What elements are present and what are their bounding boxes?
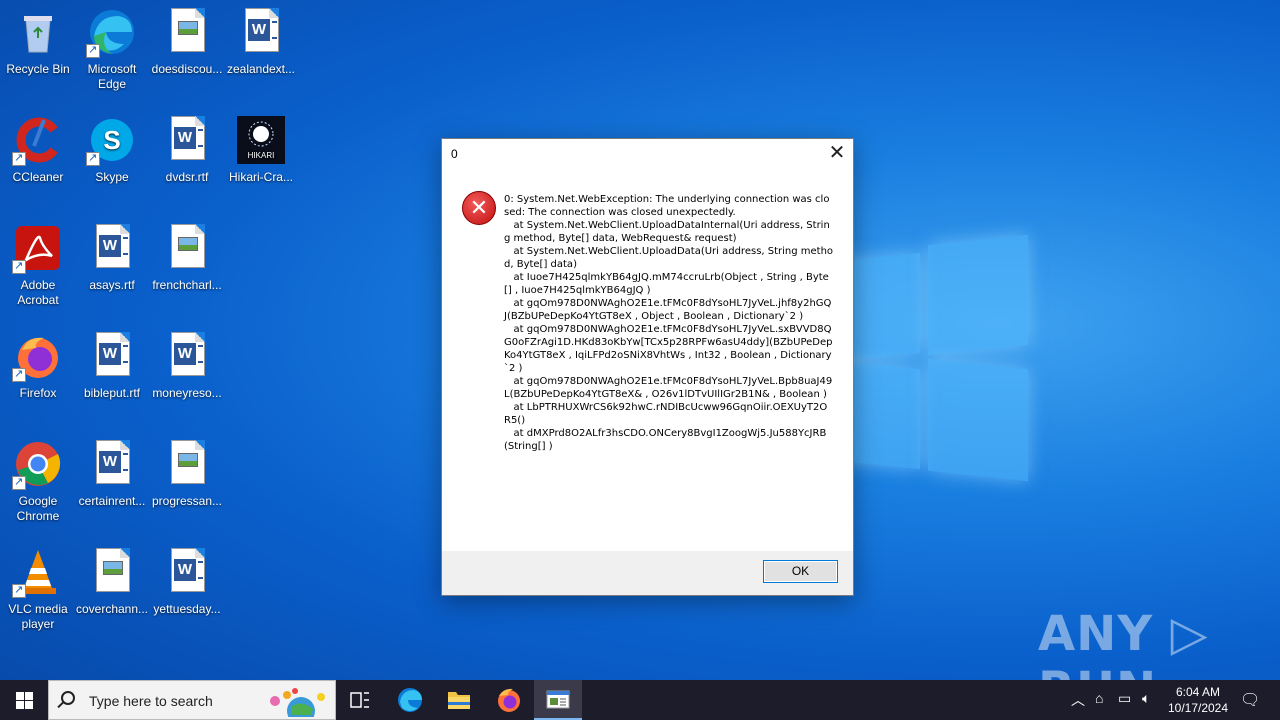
vlc-cone-icon	[12, 548, 62, 598]
image-file-icon	[88, 548, 136, 596]
desktop-icon-recycle-bin[interactable]: Recycle Bin	[0, 4, 76, 104]
edge-icon	[398, 688, 422, 712]
desktop-icon-label: yettuesday...	[153, 602, 221, 616]
desktop-icon-hikari-cra[interactable]: HIKARI Hikari-Cra...	[223, 112, 299, 212]
error-dialog: 0 ✕ ✕ 0: System.Net.WebException: The un…	[441, 138, 854, 596]
dialog-title: 0	[451, 147, 458, 161]
desktop-icon-label: coverchann...	[75, 602, 149, 616]
volume-icon[interactable]: 🔈︎	[1142, 690, 1150, 707]
desktop-icon-moneyreso[interactable]: W moneyreso...	[149, 328, 225, 428]
edge-icon	[86, 8, 136, 58]
desktop-icon-asays-rtf[interactable]: W asays.rtf	[74, 220, 150, 320]
taskbar-firefox-button[interactable]	[485, 680, 533, 720]
word-document-icon: W	[163, 116, 211, 164]
desktop-icon-progressan[interactable]: progressan...	[149, 436, 225, 536]
word-document-icon: W	[88, 440, 136, 488]
search-placeholder: Type here to search	[89, 693, 213, 709]
taskbar: Type here to search ︿ ⌂ ▭ 🔈︎ 6:04 AM 10/…	[0, 680, 1280, 720]
ok-button[interactable]: OK	[763, 560, 838, 583]
desktop-icon-frenchcharl[interactable]: frenchcharl...	[149, 220, 225, 320]
taskbar-edge-button[interactable]	[386, 680, 434, 720]
taskbar-file-explorer-button[interactable]	[435, 680, 483, 720]
desktop-icon-dvdsr-rtf[interactable]: W dvdsr.rtf	[149, 112, 225, 212]
desktop-icon-label: moneyreso...	[152, 386, 222, 400]
word-document-icon: W	[163, 548, 211, 596]
desktop-icon-label: bibleput.rtf	[83, 386, 141, 400]
show-hidden-icons-chevron-icon[interactable]: ︿	[1071, 690, 1085, 710]
image-file-icon	[163, 8, 211, 56]
start-button[interactable]	[0, 680, 48, 720]
taskbar-search-box[interactable]: Type here to search	[48, 680, 336, 720]
desktop-icon-label: Recycle Bin	[6, 62, 70, 76]
dialog-footer: OK	[442, 551, 853, 595]
meet-now-icon[interactable]: ⌂	[1095, 690, 1103, 706]
desktop-icon-microsoft-edge[interactable]: Microsoft Edge	[74, 4, 150, 104]
desktop-icon-coverchann[interactable]: coverchann...	[74, 544, 150, 644]
clock-time: 6:04 AM	[1175, 685, 1221, 699]
search-icon	[61, 691, 75, 705]
desktop-icon-label: Adobe Acrobat	[17, 278, 59, 307]
image-file-icon	[163, 440, 211, 488]
clock-date: 10/17/2024	[1167, 701, 1229, 715]
image-file-icon	[163, 224, 211, 272]
task-view-icon	[350, 692, 369, 708]
word-document-icon: W	[237, 8, 285, 56]
desktop-icon-label: dvdsr.rtf	[165, 170, 209, 184]
recycle-bin-icon	[14, 8, 62, 56]
adobe-acrobat-icon	[12, 224, 62, 274]
desktop-icon-label: certainrent...	[78, 494, 146, 508]
desktop-icon-doesdiscou[interactable]: doesdiscou...	[149, 4, 225, 104]
network-icon[interactable]: ▭	[1118, 690, 1131, 707]
error-icon: ✕	[462, 191, 496, 225]
desktop-icon-label: CCleaner	[12, 170, 64, 184]
desktop-icon-firefox[interactable]: Firefox	[0, 328, 76, 428]
taskbar-clock[interactable]: 6:04 AM 10/17/2024	[1160, 684, 1236, 716]
word-document-icon: W	[163, 332, 211, 380]
desktop-icon-vlc[interactable]: VLC media player	[0, 544, 76, 644]
desktop-icon-google-chrome[interactable]: Google Chrome	[0, 436, 76, 536]
word-document-icon: W	[88, 224, 136, 272]
desktop-icon-label: frenchcharl...	[152, 278, 222, 292]
desktop-icon-label: zealandext...	[226, 62, 296, 76]
svg-text:S: S	[103, 125, 120, 155]
task-view-button[interactable]	[336, 680, 384, 720]
desktop-icon-zealandext[interactable]: W zealandext...	[223, 4, 299, 104]
skype-icon: S	[86, 116, 136, 166]
taskbar-active-app-button[interactable]	[534, 680, 582, 720]
error-message: 0: System.Net.WebException: The underlyi…	[504, 194, 834, 452]
desktop-icon-ccleaner[interactable]: CCleaner	[0, 112, 76, 212]
desktop-icon-certainrent[interactable]: W certainrent...	[74, 436, 150, 536]
desktop-icon-label: doesdiscou...	[151, 62, 223, 76]
desktop-icon-yettuesday[interactable]: W yettuesday...	[149, 544, 225, 644]
desktop-icon-label: Firefox	[19, 386, 57, 400]
desktop-icon-adobe-acrobat[interactable]: Adobe Acrobat	[0, 220, 76, 320]
desktop-icon-label: Microsoft Edge	[87, 62, 137, 91]
word-document-icon: W	[88, 332, 136, 380]
desktop-icon-label: Hikari-Cra...	[228, 170, 293, 184]
desktop-icon-bibleput-rtf[interactable]: W bibleput.rtf	[74, 328, 150, 428]
hikari-app-icon: HIKARI	[237, 116, 285, 164]
desktop-icon-label: Skype	[95, 170, 129, 184]
ccleaner-icon	[12, 116, 62, 166]
firefox-icon	[12, 332, 62, 382]
search-highlight-illustration	[270, 688, 325, 717]
firefox-icon	[498, 688, 520, 712]
desktop-icon-label: VLC media player	[8, 602, 68, 631]
desktop-icon-label: asays.rtf	[89, 278, 135, 292]
app-window-icon	[546, 690, 570, 709]
dialog-close-button[interactable]: ✕	[821, 139, 853, 169]
desktop-icon-label: Google Chrome	[16, 494, 60, 523]
folder-icon	[448, 692, 470, 709]
chrome-icon	[12, 440, 62, 490]
desktop-icon-skype[interactable]: S Skype	[74, 112, 150, 212]
notifications-icon[interactable]: 🗨︎	[1240, 690, 1260, 710]
desktop-icon-label: progressan...	[151, 494, 223, 508]
hikari-logo-text: HIKARI	[248, 151, 275, 160]
